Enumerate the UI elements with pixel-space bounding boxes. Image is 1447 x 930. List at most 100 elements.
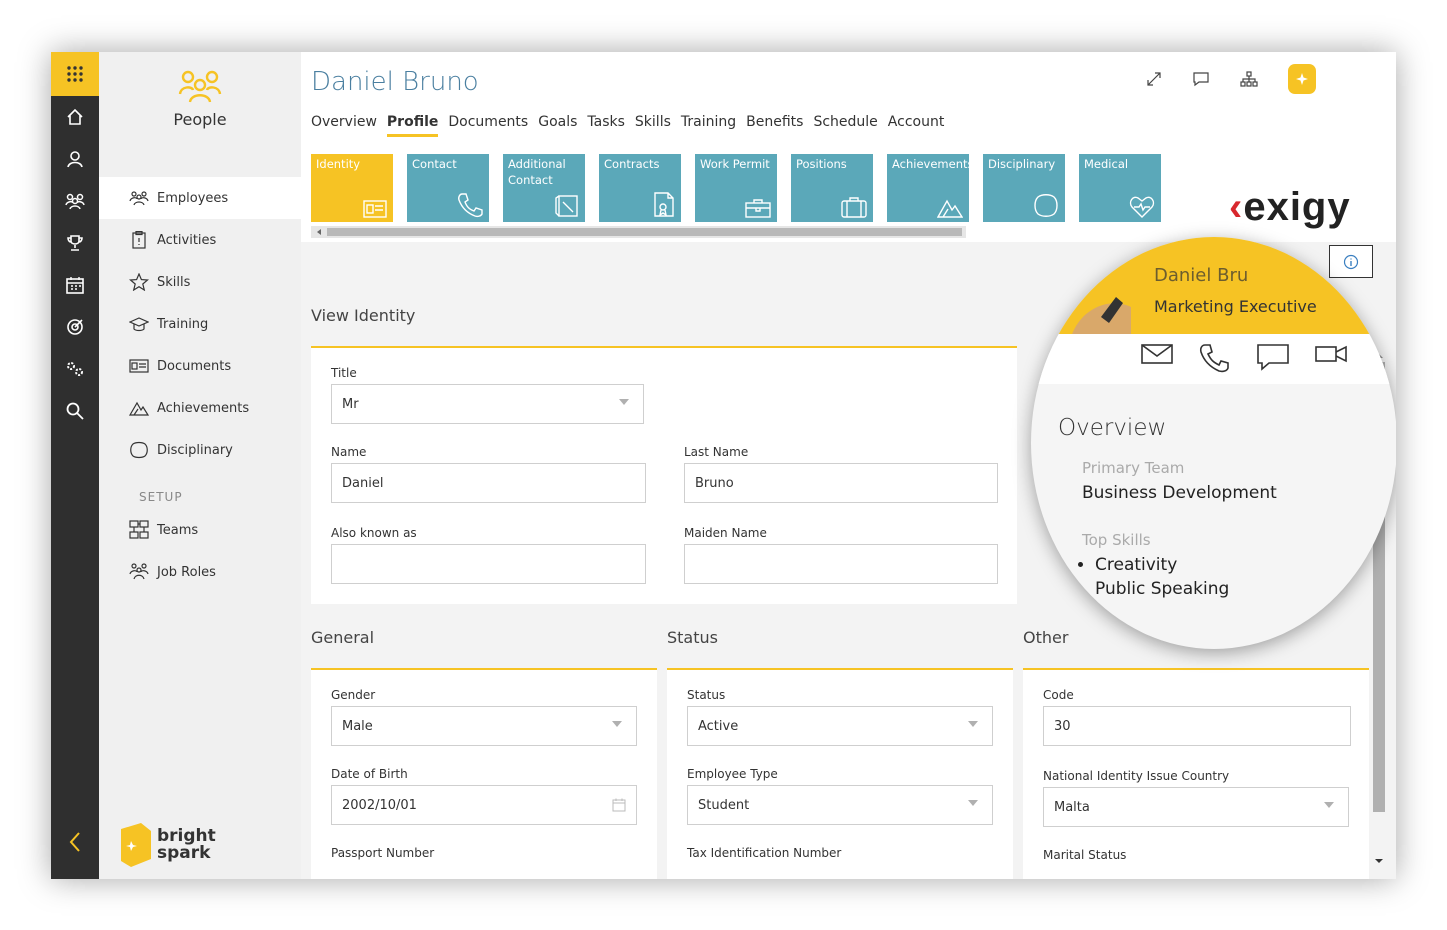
expand-icon[interactable] [1146, 71, 1162, 87]
search-icon [66, 402, 84, 420]
last-name-field[interactable]: Bruno [684, 463, 998, 503]
tab-benefits[interactable]: Benefits [746, 114, 803, 137]
tab-schedule[interactable]: Schedule [813, 114, 877, 137]
tab-profile[interactable]: Profile [386, 114, 439, 137]
dob-label: Date of Birth [331, 767, 408, 781]
mail-icon[interactable] [1141, 343, 1173, 365]
dob-field[interactable]: 2002/10/01 [331, 785, 637, 825]
tile-positions[interactable]: Positions [791, 154, 873, 222]
tile-identity[interactable]: Identity [311, 154, 393, 222]
code-value: 30 [1054, 718, 1071, 734]
home-icon [67, 108, 83, 125]
org-chart-icon[interactable] [1240, 71, 1258, 87]
rail-profile[interactable] [51, 138, 99, 180]
national-country-value: Malta [1054, 799, 1090, 815]
nav-item-activities[interactable]: Activities [99, 219, 301, 261]
nav-item-label: Skills [157, 274, 191, 290]
nav-item-achievements[interactable]: Achievements [99, 387, 301, 429]
employee-type-select[interactable]: Student [687, 785, 993, 825]
maiden-name-field[interactable] [684, 544, 998, 584]
rail-search[interactable] [51, 390, 99, 432]
chevron-down-icon [612, 721, 622, 727]
national-country-select[interactable]: Malta [1043, 787, 1349, 827]
aka-field[interactable] [331, 544, 646, 584]
calendar-icon[interactable] [612, 798, 626, 812]
rail-settings[interactable] [51, 348, 99, 390]
bright-spark-logo: bright spark [119, 823, 216, 867]
nav-item-disciplinary[interactable]: Disciplinary [99, 429, 301, 471]
id-card-icon [363, 200, 387, 218]
rail-goals[interactable] [51, 306, 99, 348]
status-select[interactable]: Active [687, 706, 993, 746]
rail-home[interactable] [51, 96, 99, 138]
phone-icon[interactable] [1199, 343, 1231, 373]
nav-item-label: Documents [157, 358, 232, 374]
tax-id-label: Tax Identification Number [687, 846, 842, 860]
code-field[interactable]: 30 [1043, 706, 1351, 746]
scrollbar-thumb[interactable] [327, 228, 962, 236]
chat-icon[interactable] [1192, 71, 1210, 87]
rail-people[interactable] [51, 180, 99, 222]
rail-achievements[interactable] [51, 222, 99, 264]
tile-label: Achievements [892, 157, 974, 171]
tile-achievements[interactable]: Achievements [887, 154, 974, 222]
status-value: Active [698, 718, 739, 734]
tab-account[interactable]: Account [888, 114, 945, 137]
tab-skills[interactable]: Skills [635, 114, 671, 137]
tile-disciplinary[interactable]: Disciplinary [983, 154, 1065, 222]
people-module-icon [178, 70, 222, 103]
exigy-logo: ‹exigy [1229, 185, 1351, 229]
message-icon[interactable] [1257, 343, 1289, 371]
nav-item-label: Achievements [157, 400, 250, 416]
magnifier-header: Daniel Bru Marketing Executive [1031, 237, 1396, 337]
scroll-down-icon[interactable] [1373, 857, 1385, 865]
nav-item-training[interactable]: Training [99, 303, 301, 345]
chevron-left-icon [69, 832, 80, 852]
nav-item-job-roles[interactable]: Job Roles [99, 551, 301, 593]
tab-overview[interactable]: Overview [311, 114, 377, 137]
title-value: Mr [342, 396, 359, 412]
people-icon [65, 193, 85, 210]
nav-item-skills[interactable]: Skills [99, 261, 301, 303]
overview-heading: Overview [1058, 415, 1167, 441]
nav-item-label: Teams [157, 522, 199, 538]
exigy-wordmark: exigy [1243, 185, 1351, 229]
rail-calendar[interactable] [51, 264, 99, 306]
app-window: People Employees Activities Skills Train… [51, 52, 1396, 879]
briefcase-icon [745, 199, 771, 218]
nav-item-documents[interactable]: Documents [99, 345, 301, 387]
tab-tasks[interactable]: Tasks [587, 114, 625, 137]
title-select[interactable]: Mr [331, 384, 644, 424]
gender-select[interactable]: Male [331, 706, 637, 746]
tile-work-permit[interactable]: Work Permit [695, 154, 777, 222]
mountain-icon [129, 401, 149, 416]
profile-header: Daniel Bruno Overview Profile Documents … [301, 52, 1396, 242]
video-icon[interactable] [1315, 343, 1347, 365]
view-identity-title: View Identity [311, 306, 416, 325]
tile-medical[interactable]: Medical [1079, 154, 1161, 222]
collapse-button[interactable] [51, 827, 99, 857]
tiles-scrollbar[interactable] [311, 226, 966, 238]
tile-additional-contact[interactable]: Additional Contact [503, 154, 585, 222]
title-label: Title [331, 366, 357, 380]
trophy-icon [67, 235, 83, 251]
app-grid-button[interactable] [51, 52, 99, 96]
tile-label: Disciplinary [988, 157, 1056, 171]
user-avatar[interactable] [1288, 64, 1316, 94]
activities-icon [132, 231, 146, 249]
status-title: Status [667, 628, 718, 647]
tab-documents[interactable]: Documents [448, 114, 528, 137]
name-field[interactable]: Daniel [331, 463, 646, 503]
tab-training[interactable]: Training [681, 114, 736, 137]
tile-contracts[interactable]: Contracts [599, 154, 681, 222]
nav-item-employees[interactable]: Employees [99, 177, 301, 219]
mountain-icon [937, 199, 963, 218]
general-title: General [311, 628, 375, 647]
gender-label: Gender [331, 688, 376, 702]
heart-pulse-icon [1129, 196, 1155, 218]
name-label: Name [331, 445, 367, 459]
tab-goals[interactable]: Goals [538, 114, 577, 137]
tile-contact[interactable]: Contact [407, 154, 489, 222]
nav-item-teams[interactable]: Teams [99, 509, 301, 551]
scroll-left-icon[interactable] [314, 226, 324, 238]
